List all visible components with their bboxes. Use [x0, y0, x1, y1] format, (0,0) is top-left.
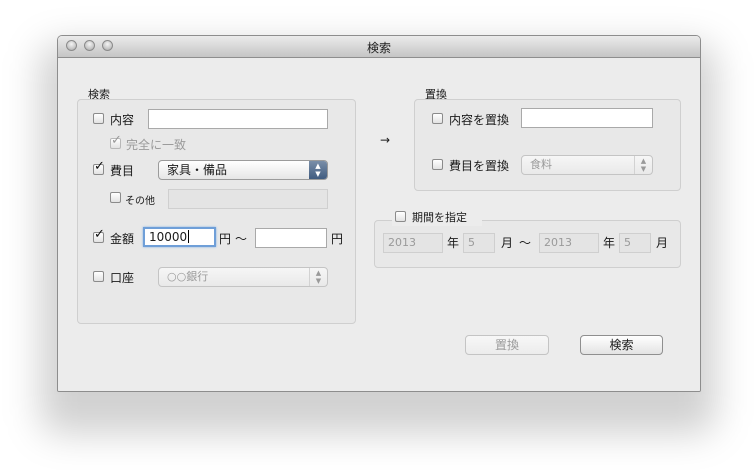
exact-match-checkbox[interactable]: ✓ — [110, 134, 122, 149]
other-label: その他 — [125, 196, 155, 207]
expense-checkbox[interactable]: ✓ — [93, 160, 105, 175]
account-checkbox[interactable] — [93, 271, 104, 282]
period-range-separator: 〜 — [519, 236, 532, 250]
window-content: 検索 内容 ✓ 完全に一致 ✓ 費目 家具・備品 ▲ ▼ その他 ✓ 金額 100… — [58, 58, 700, 391]
other-input[interactable] — [168, 189, 328, 209]
check-icon: ✓ — [111, 133, 122, 148]
content-checkbox[interactable] — [93, 113, 104, 124]
amount-checkbox[interactable]: ✓ — [93, 228, 105, 243]
search-button[interactable]: 検索 — [580, 335, 663, 355]
replace-content-input[interactable] — [521, 108, 653, 128]
check-icon: ✓ — [94, 159, 105, 174]
period-to-year-unit: 年 — [603, 236, 616, 250]
replace-arrow: → — [380, 133, 391, 147]
content-label: 内容 — [110, 113, 135, 127]
amount-to-input[interactable] — [255, 228, 327, 248]
content-input[interactable] — [148, 109, 328, 129]
window-title: 検索 — [366, 41, 391, 55]
replace-button[interactable]: 置換 — [465, 335, 549, 355]
account-select-value: ○○銀行 — [167, 270, 209, 283]
replace-expense-label: 費目を置換 — [449, 159, 510, 173]
select-arrows-icon: ▲ ▼ — [634, 156, 652, 174]
title-bar[interactable]: 検索 — [58, 36, 700, 58]
search-window: 検索 検索 内容 ✓ 完全に一致 ✓ 費目 家具・備品 ▲ ▼ その他 ✓ 金額 … — [57, 35, 701, 392]
text-caret — [188, 230, 190, 243]
period-from-month[interactable]: 5 — [463, 233, 495, 253]
check-icon: ✓ — [94, 227, 105, 242]
period-to-month-unit: 月 — [656, 236, 669, 250]
amount-label: 金額 — [110, 232, 135, 246]
replace-content-label: 内容を置換 — [449, 113, 510, 127]
account-select[interactable]: ○○銀行 ▲ ▼ — [158, 267, 328, 287]
expense-select-value: 家具・備品 — [167, 163, 228, 177]
period-from-month-unit: 月 — [501, 236, 514, 250]
replace-expense-select[interactable]: 食料 ▲ ▼ — [521, 155, 653, 175]
period-from-year-unit: 年 — [447, 236, 460, 250]
select-arrows-icon: ▲ ▼ — [309, 268, 327, 286]
expense-label: 費目 — [110, 164, 135, 178]
period-from-year[interactable]: 2013 — [383, 233, 443, 253]
amount-unit-from: 円 — [219, 232, 232, 246]
amount-unit-to: 円 — [331, 232, 344, 246]
period-to-month[interactable]: 5 — [619, 233, 651, 253]
exact-match-label: 完全に一致 — [126, 138, 187, 152]
select-arrows-icon: ▲ ▼ — [309, 161, 327, 179]
replace-expense-checkbox[interactable] — [432, 159, 443, 170]
replace-expense-select-value: 食料 — [530, 158, 552, 171]
period-checkbox[interactable] — [395, 211, 406, 222]
expense-select[interactable]: 家具・備品 ▲ ▼ — [158, 160, 328, 180]
period-to-year[interactable]: 2013 — [539, 233, 599, 253]
account-label: 口座 — [110, 271, 135, 285]
amount-from-input[interactable]: 10000 — [143, 227, 216, 247]
amount-range-separator: 〜 — [235, 232, 248, 246]
period-label: 期間を指定 — [412, 211, 467, 224]
amount-from-value: 10000 — [149, 230, 188, 244]
replace-content-checkbox[interactable] — [432, 113, 443, 124]
other-checkbox[interactable] — [110, 192, 121, 203]
period-header: 期間を指定 — [392, 208, 482, 226]
